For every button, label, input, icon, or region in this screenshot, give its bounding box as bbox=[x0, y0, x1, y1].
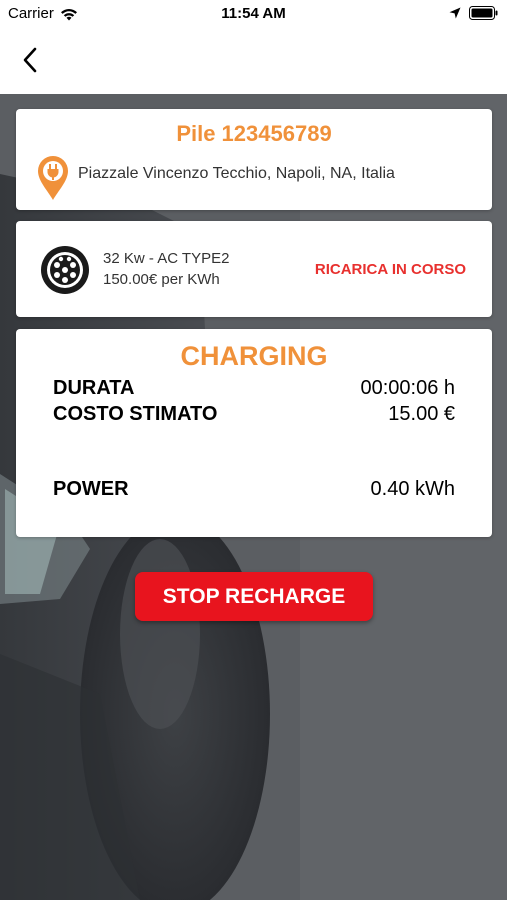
type2-connector-icon bbox=[41, 246, 89, 294]
connector-card: 32 Kw - AC TYPE2 150.00€ per KWh RICARIC… bbox=[16, 221, 492, 317]
power-value: 0.40 kWh bbox=[370, 478, 455, 500]
connector-price: 150.00€ per KWh bbox=[103, 271, 220, 288]
back-button[interactable] bbox=[12, 42, 48, 78]
connector-type: 32 Kw - AC TYPE2 bbox=[103, 250, 230, 267]
station-title: Pile 123456789 bbox=[176, 121, 332, 146]
session-card: CHARGING DURATA 00:00:06 h COSTO STIMATO… bbox=[16, 329, 492, 537]
station-address: Piazzale Vincenzo Tecchio, Napoli, NA, I… bbox=[78, 165, 395, 182]
station-card: Pile 123456789 Piazzale Vincenzo Tecchio… bbox=[16, 109, 492, 210]
estimated-cost-value: 15.00 € bbox=[388, 403, 455, 425]
estimated-cost-label: COSTO STIMATO bbox=[53, 403, 218, 425]
session-title: CHARGING bbox=[180, 341, 328, 371]
stop-recharge-button[interactable]: STOP RECHARGE bbox=[135, 572, 373, 621]
charging-pin-icon bbox=[38, 156, 68, 200]
battery-icon bbox=[469, 6, 498, 20]
chevron-left-icon bbox=[23, 47, 37, 73]
duration-label: DURATA bbox=[53, 377, 135, 399]
status-time: 11:54 AM bbox=[221, 5, 286, 22]
charging-status-badge: RICARICA IN CORSO bbox=[314, 261, 466, 278]
duration-value: 00:00:06 h bbox=[360, 377, 455, 399]
location-arrow-icon bbox=[449, 7, 461, 19]
nav-bar bbox=[0, 28, 507, 94]
power-label: POWER bbox=[53, 478, 129, 500]
status-bar: Carrier 11:54 AM bbox=[0, 0, 507, 28]
